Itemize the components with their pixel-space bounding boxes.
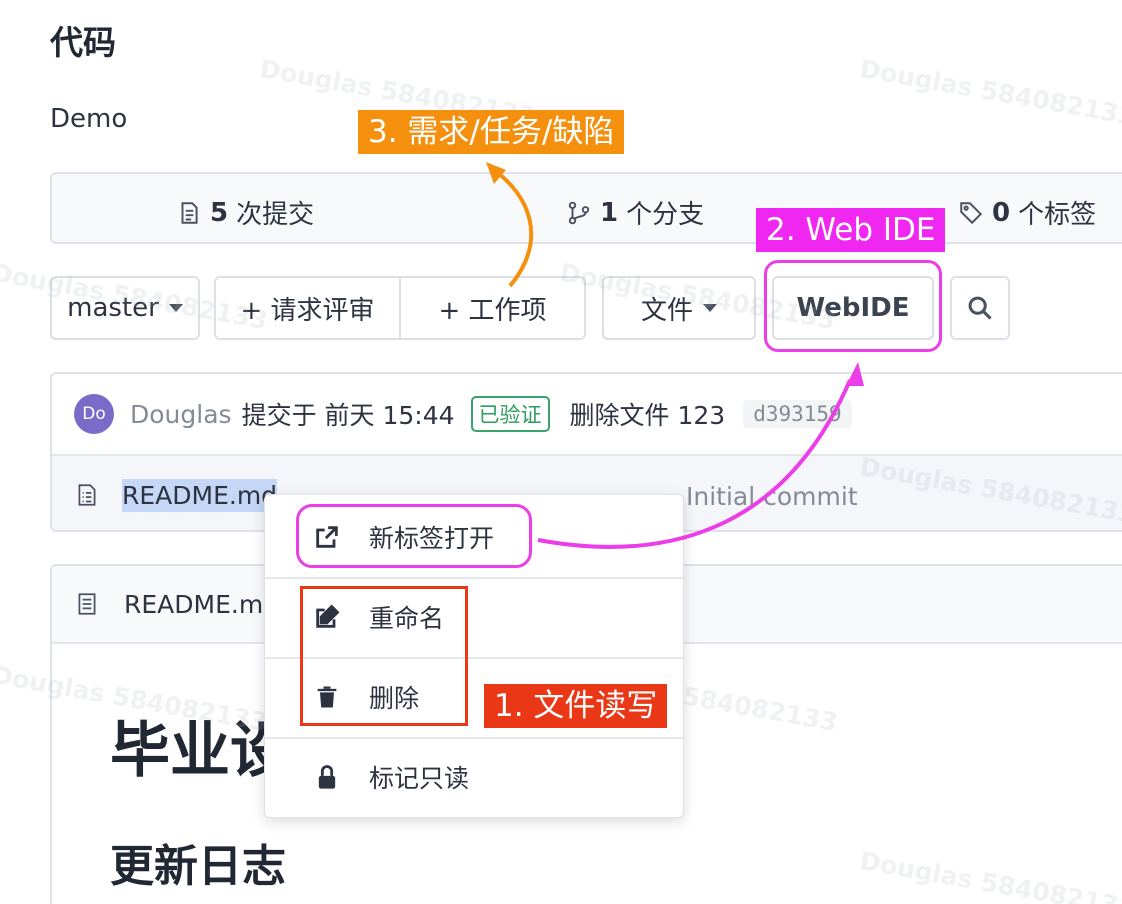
search-button[interactable] — [950, 276, 1010, 340]
work-item-button[interactable]: + 工作项 — [399, 278, 584, 338]
tags-stat[interactable]: 0 个标签 — [958, 194, 1096, 231]
menu-item-label: 标记只读 — [369, 764, 470, 793]
file-context-menu: 新标签打开 重命名 删除 标记只读 — [264, 494, 684, 818]
branches-stat[interactable]: 1 个分支 — [566, 194, 704, 231]
menu-item-label: 新标签打开 — [369, 524, 495, 553]
edit-icon — [316, 604, 340, 628]
menu-item-mark-readonly[interactable]: 标记只读 — [265, 737, 683, 817]
readme-heading-2: 更新日志 — [110, 841, 286, 892]
webide-button[interactable]: WebIDE — [772, 276, 934, 340]
annotation-web-ide: 2. Web IDE — [756, 208, 946, 252]
page-title: 代码 — [50, 23, 116, 62]
repo-stats-bar: 5 次提交 1 个分支 0 个标签 — [50, 172, 1122, 244]
menu-item-rename[interactable]: 重命名 — [265, 577, 683, 657]
readme-file-icon — [78, 593, 96, 615]
file-name[interactable]: README.md — [122, 478, 278, 512]
chevron-down-icon — [703, 304, 717, 312]
branch-selector[interactable]: master — [50, 276, 200, 340]
tag-icon — [960, 201, 983, 224]
readme-file-name: README.m — [124, 589, 264, 619]
readme-heading-1: 毕业设 — [110, 716, 290, 786]
repo-name: Demo — [50, 104, 128, 134]
watermark: Douglas 584082133 — [857, 53, 1122, 132]
verified-badge: 已验证 — [470, 396, 550, 432]
webide-label: WebIDE — [796, 293, 910, 323]
branches-label: 个分支 — [626, 200, 705, 230]
commit-list-icon — [181, 201, 198, 224]
avatar[interactable]: Do — [74, 394, 114, 434]
latest-commit-row: Do Douglas 提交于 前天 15:44 已验证 删除文件 123 d39… — [52, 374, 1122, 454]
chevron-down-icon — [168, 304, 183, 312]
menu-item-label: 删除 — [369, 684, 420, 713]
tags-label: 个标签 — [1018, 200, 1097, 230]
request-review-button[interactable]: + 请求评审 — [216, 278, 399, 338]
trash-icon — [317, 686, 337, 708]
commit-author[interactable]: Douglas — [130, 400, 232, 429]
commits-stat[interactable]: 5 次提交 — [176, 194, 314, 231]
commits-label: 次提交 — [236, 200, 315, 230]
annotation-requirements: 3. 需求/任务/缺陷 — [358, 110, 625, 154]
file-last-commit[interactable]: Initial commit — [686, 482, 858, 511]
file-icon — [78, 484, 96, 506]
commit-sha[interactable]: d393159 — [743, 400, 852, 428]
branch-icon — [568, 201, 590, 224]
commit-message[interactable]: 删除文件 123 — [570, 396, 726, 432]
lock-icon — [318, 765, 336, 789]
menu-item-label: 重命名 — [369, 604, 445, 633]
tags-count: 0 — [992, 197, 1011, 228]
annotation-file-rw: 1. 文件读写 — [484, 684, 668, 728]
file-menu-button[interactable]: 文件 — [602, 276, 756, 340]
branch-name: master — [67, 293, 159, 323]
search-icon — [968, 296, 992, 320]
external-link-icon — [316, 526, 338, 548]
file-menu-label: 文件 — [640, 295, 693, 326]
branches-count: 1 — [600, 197, 619, 228]
menu-item-open-new-tab[interactable]: 新标签打开 — [265, 497, 683, 577]
commits-count: 5 — [210, 197, 229, 228]
review-workitem-group: + 请求评审 + 工作项 — [214, 276, 586, 340]
commit-time: 提交于 前天 15:44 — [241, 401, 455, 430]
